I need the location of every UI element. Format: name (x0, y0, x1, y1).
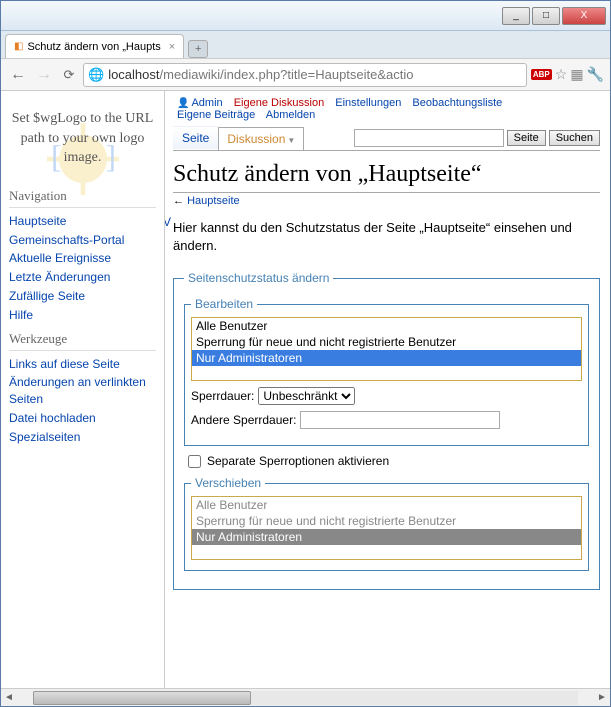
url-bar[interactable]: 🌐 localhost/mediawiki/index.php?title=Ha… (83, 63, 527, 87)
main-area: 👤Admin Eigene Diskussion Einstellungen B… (165, 91, 610, 688)
protection-option[interactable]: Sperrung für neue und nicht registrierte… (192, 513, 581, 529)
nav-link[interactable]: Hauptseite (9, 212, 156, 231)
page-content: [] Set $wgLogo to the URL path to your o… (1, 91, 610, 688)
back-button[interactable]: ← (7, 64, 29, 86)
minimize-button[interactable]: _ (502, 7, 530, 25)
tools-link[interactable]: Links auf diese Seite (9, 355, 156, 374)
protection-option[interactable]: Nur Administratoren (192, 350, 581, 366)
close-button[interactable]: X (562, 7, 606, 25)
move-legend: Verschieben (191, 476, 265, 490)
reload-button[interactable]: ⟳ (59, 65, 79, 85)
maximize-button[interactable]: □ (532, 7, 560, 25)
browser-window: _ □ X ◧ Schutz ändern von „Haupts × + ← … (0, 0, 611, 707)
intro-text: Hier kannst du den Schutzstatus der Seit… (173, 215, 600, 265)
expiry-label: Sperrdauer: (191, 389, 254, 403)
nav-link[interactable]: Aktuelle Ereignisse (9, 249, 156, 268)
tools-link[interactable]: Änderungen an verlinkten Seiten (9, 373, 156, 409)
page-title: Schutz ändern von „Hauptseite“ (173, 151, 600, 193)
nav-section: Navigation HauptseiteGemeinschafts-Porta… (9, 182, 156, 325)
page-menu-icon[interactable]: ▦ (570, 66, 583, 83)
nav-link[interactable]: Letzte Änderungen (9, 268, 156, 287)
user-links: 👤Admin Eigene Diskussion Einstellungen B… (173, 95, 600, 125)
tab-close-icon[interactable]: × (169, 41, 175, 53)
tools-heading: Werkzeuge (9, 325, 156, 351)
toolbar: ← → ⟳ 🌐 localhost/mediawiki/index.php?ti… (1, 59, 610, 91)
userlink-contribs[interactable]: Eigene Beiträge (177, 109, 255, 121)
protect-legend: Seitenschutzstatus ändern (184, 271, 333, 285)
tab-strip: ◧ Schutz ändern von „Haupts × + (1, 31, 610, 59)
protection-option[interactable]: Alle Benutzer (192, 318, 581, 334)
tab-title: Schutz ändern von „Haupts (27, 41, 160, 53)
move-protection-select: Alle BenutzerSperrung für neue und nicht… (191, 496, 582, 560)
forward-button: → (33, 64, 55, 86)
abp-icon[interactable]: ABP (531, 69, 552, 80)
logo: [] Set $wgLogo to the URL path to your o… (9, 101, 156, 182)
bookmark-icon[interactable]: ☆ (555, 66, 568, 83)
nav-link[interactable]: Zufällige Seite (9, 287, 156, 306)
backlink-link[interactable]: Hauptseite (187, 195, 240, 207)
separate-label: Separate Sperroptionen aktivieren (207, 454, 389, 468)
move-fieldset: Verschieben Alle BenutzerSperrung für ne… (184, 476, 589, 571)
nav-link[interactable]: Gemeinschafts-Portal (9, 231, 156, 250)
edit-legend: Bearbeiten (191, 297, 257, 311)
search-input[interactable] (354, 129, 504, 147)
new-tab-button[interactable]: + (188, 40, 208, 58)
scroll-right-icon[interactable]: ► (594, 692, 610, 703)
globe-icon: 🌐 (88, 67, 104, 83)
edit-fieldset: Bearbeiten Alle BenutzerSperrung für neu… (184, 297, 589, 446)
protection-option[interactable]: Alle Benutzer (192, 497, 581, 513)
userlink-prefs[interactable]: Einstellungen (335, 97, 401, 109)
tools-link[interactable]: Datei hochladen (9, 409, 156, 428)
userlink-talk[interactable]: Eigene Diskussion (234, 97, 325, 109)
left-tabs-truncated[interactable]: V (165, 211, 171, 233)
horizontal-scrollbar[interactable]: ◄ ► (1, 688, 610, 706)
favicon: ◧ (14, 41, 23, 52)
tab-discussion[interactable]: Diskussion▼ (218, 127, 304, 150)
user-icon: 👤 (177, 98, 189, 109)
sidebar: [] Set $wgLogo to the URL path to your o… (1, 91, 165, 688)
other-expiry-label: Andere Sperrdauer: (191, 413, 296, 427)
separate-checkbox[interactable] (188, 455, 201, 468)
browser-tab[interactable]: ◧ Schutz ändern von „Haupts × (5, 34, 184, 58)
go-button[interactable]: Seite (507, 130, 546, 146)
chevron-down-icon[interactable]: ▼ (287, 136, 295, 145)
expiry-select[interactable]: Unbeschränkt (258, 387, 355, 405)
tab-page[interactable]: Seite (173, 126, 218, 149)
userlink-watch[interactable]: Beobachtungsliste (412, 97, 502, 109)
scroll-left-icon[interactable]: ◄ (1, 692, 17, 703)
protect-fieldset: Seitenschutzstatus ändern Bearbeiten All… (173, 271, 600, 590)
protection-option[interactable]: Sperrung für neue und nicht registrierte… (192, 334, 581, 350)
userlink-logout[interactable]: Abmelden (266, 109, 316, 121)
userlink-admin[interactable]: Admin (191, 97, 222, 109)
titlebar: _ □ X (1, 1, 610, 31)
edit-protection-select[interactable]: Alle BenutzerSperrung für neue und nicht… (191, 317, 582, 381)
page-tabs: Seite Diskussion▼ Seite Suchen (173, 125, 600, 151)
protection-option[interactable]: Nur Administratoren (192, 529, 581, 545)
search-button[interactable]: Suchen (549, 130, 600, 146)
url-path: /mediawiki/index.php?title=Hauptseite&ac… (160, 67, 414, 82)
logo-text: Set $wgLogo to the URL path to your own … (12, 111, 154, 165)
tools-link[interactable]: Spezialseiten (9, 428, 156, 447)
wrench-icon[interactable]: 🔧 (587, 66, 604, 83)
other-expiry-input[interactable] (300, 411, 500, 429)
backlink: ← Hauptseite (173, 193, 600, 215)
url-host: localhost (108, 67, 159, 82)
nav-link[interactable]: Hilfe (9, 306, 156, 325)
tools-section: Werkzeuge Links auf diese SeiteÄnderunge… (9, 325, 156, 447)
scroll-thumb[interactable] (33, 691, 251, 705)
